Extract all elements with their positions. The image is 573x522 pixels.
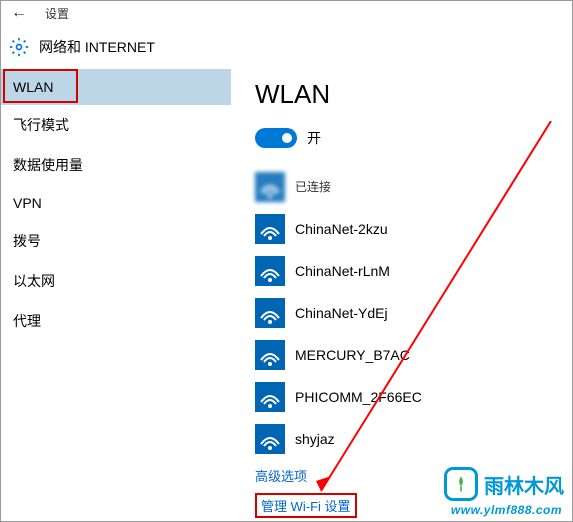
toggle-label: 开 bbox=[307, 128, 321, 148]
header-title: 设置 bbox=[45, 5, 69, 22]
gear-icon bbox=[9, 37, 29, 57]
network-item[interactable]: ChinaNet-YdEj bbox=[255, 292, 564, 334]
network-item[interactable]: MERCURY_B7AC bbox=[255, 334, 564, 376]
network-item[interactable]: ChinaNet-rLnM bbox=[255, 250, 564, 292]
network-list: 已连接 ChinaNet-2kzu ChinaNet-rLnM ChinaNet… bbox=[255, 166, 564, 460]
sidebar-item-airplane[interactable]: 飞行模式 bbox=[1, 105, 231, 145]
main-content: WLAN 开 已连接 ChinaNet-2kzu ChinaNet bbox=[231, 69, 572, 521]
network-item[interactable]: shyjaz bbox=[255, 418, 564, 460]
watermark-text: 雨林木风 bbox=[484, 470, 564, 499]
wifi-icon bbox=[255, 424, 285, 454]
sidebar-item-vpn[interactable]: VPN bbox=[1, 185, 231, 221]
sidebar-item-dialup[interactable]: 拨号 bbox=[1, 221, 231, 261]
network-name: ChinaNet-YdEj bbox=[295, 305, 388, 321]
network-item[interactable]: PHICOMM_2F66EC bbox=[255, 376, 564, 418]
sidebar-item-wlan[interactable]: WLAN bbox=[1, 69, 231, 105]
sidebar-item-ethernet[interactable]: 以太网 bbox=[1, 261, 231, 301]
network-name: PHICOMM_2F66EC bbox=[295, 389, 422, 405]
network-item[interactable]: 已连接 bbox=[255, 166, 564, 208]
watermark: 雨林木风 bbox=[444, 467, 564, 501]
sidebar: WLAN 飞行模式 数据使用量 VPN 拨号 以太网 代理 bbox=[1, 69, 231, 521]
back-button[interactable]: ← bbox=[11, 4, 27, 22]
sidebar-item-proxy[interactable]: 代理 bbox=[1, 301, 231, 341]
network-name: MERCURY_B7AC bbox=[295, 347, 410, 363]
watermark-icon bbox=[444, 467, 478, 501]
network-status: 已连接 bbox=[295, 180, 331, 194]
section-title: 网络和 INTERNET bbox=[39, 37, 155, 57]
wifi-icon bbox=[255, 382, 285, 412]
page-title: WLAN bbox=[255, 79, 564, 110]
manage-wifi-link[interactable]: 管理 Wi-Fi 设置 bbox=[255, 493, 357, 518]
wifi-icon bbox=[255, 214, 285, 244]
network-name: shyjaz bbox=[295, 431, 335, 447]
network-name: ChinaNet-2kzu bbox=[295, 221, 388, 237]
sidebar-item-data-usage[interactable]: 数据使用量 bbox=[1, 145, 231, 185]
wifi-icon bbox=[255, 256, 285, 286]
wifi-icon bbox=[255, 340, 285, 370]
network-item[interactable]: ChinaNet-2kzu bbox=[255, 208, 564, 250]
network-name: ChinaNet-rLnM bbox=[295, 263, 390, 279]
wifi-icon bbox=[255, 172, 285, 202]
wifi-icon bbox=[255, 298, 285, 328]
watermark-url: www.ylmf888.com bbox=[451, 503, 562, 517]
wlan-toggle[interactable] bbox=[255, 128, 297, 148]
